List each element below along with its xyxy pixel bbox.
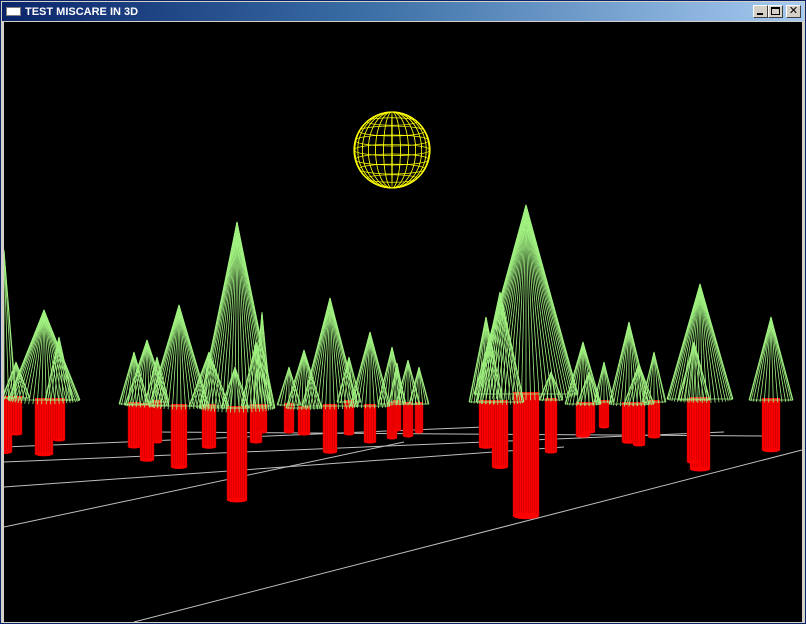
tree-trunk [127,402,141,449]
ground-grid [4,426,802,622]
maximize-icon [771,7,780,15]
tree-trunk [226,406,248,503]
tree-trunk [686,398,702,464]
tree-trunk [582,402,596,434]
tree-trunk [52,398,66,442]
tree-cone [608,321,650,407]
application-window: TEST MISCARE IN 3D ✕ [0,0,806,624]
tree-cone [748,316,794,403]
tree-trunk [478,400,494,449]
tree-trunk [402,402,414,438]
tree-trunk [297,406,311,436]
tree-trunk [34,398,54,457]
close-button[interactable]: ✕ [786,4,801,18]
tree-trunk [9,396,23,436]
tree-cone [301,297,359,410]
tree-trunk [512,392,540,520]
close-icon: ✕ [788,4,799,17]
tree-cone [7,309,81,405]
sun-sphere [353,111,431,189]
tree-trunk [201,404,217,449]
tree-trunk [363,404,377,444]
tree-cone [641,351,667,404]
maximize-button[interactable] [768,5,783,18]
title-bar[interactable]: TEST MISCARE IN 3D ✕ [2,2,804,21]
tree-trunks [4,392,781,520]
tree-trunk [170,404,188,469]
opengl-viewport[interactable] [4,22,802,622]
app-icon[interactable] [6,7,21,16]
tree-trunk [761,398,781,453]
minimize-button[interactable] [753,5,768,18]
tree-cone [44,336,74,402]
tree-trunk [647,400,661,439]
tree-trunk [544,398,558,454]
tree-trunk [491,400,509,469]
window-title: TEST MISCARE IN 3D [25,6,139,18]
tree-trunk [283,403,295,434]
3d-scene-canvas [4,111,802,622]
tree-cone [666,283,734,403]
tree-foliage [4,204,794,413]
minimize-icon [757,13,763,15]
tree-trunk [632,402,646,447]
tree-trunk [322,404,338,454]
tree-trunk [414,402,424,434]
